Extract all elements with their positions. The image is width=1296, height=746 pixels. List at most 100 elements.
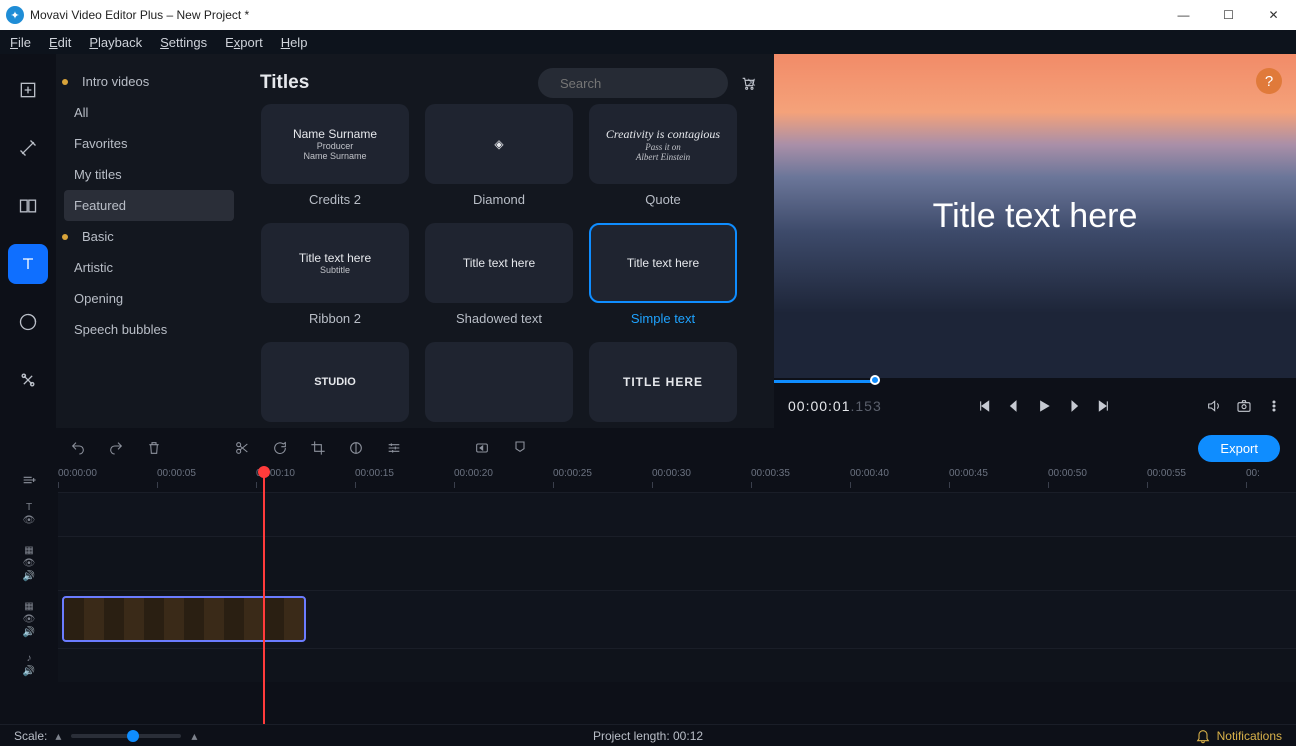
maximize-button[interactable]: ☐ bbox=[1206, 0, 1251, 30]
title-card[interactable]: STUDIO bbox=[260, 342, 410, 428]
timeline: Export 00:00:0000:00:0500:00:1000:00:150… bbox=[0, 428, 1296, 724]
split-icon[interactable] bbox=[234, 440, 250, 456]
title-thumb[interactable]: TITLE HERE bbox=[589, 342, 737, 422]
undo-icon[interactable] bbox=[70, 440, 86, 456]
ruler-tick: 00:00:40 bbox=[850, 468, 889, 479]
cart-icon[interactable] bbox=[740, 75, 756, 91]
category-opening[interactable]: Opening bbox=[56, 283, 242, 314]
preview-time: 00:00:01.153 bbox=[788, 398, 882, 414]
scale-slider[interactable] bbox=[71, 734, 181, 738]
title-thumb[interactable]: STUDIO bbox=[261, 342, 409, 422]
titles-tool[interactable] bbox=[8, 244, 48, 284]
category-featured[interactable]: Featured bbox=[64, 190, 234, 221]
filters-tool[interactable] bbox=[8, 128, 48, 168]
title-card[interactable]: ◈ Diamond bbox=[424, 104, 574, 207]
scale-knob[interactable] bbox=[127, 730, 139, 742]
menu-settings[interactable]: Settings bbox=[160, 35, 207, 50]
record-icon[interactable] bbox=[474, 440, 490, 456]
overlay-track[interactable] bbox=[58, 536, 1296, 590]
category-favorites[interactable]: Favorites bbox=[56, 128, 242, 159]
color-icon[interactable] bbox=[348, 440, 364, 456]
category-intro-videos[interactable]: Intro videos bbox=[56, 66, 242, 97]
video-clip[interactable] bbox=[62, 596, 306, 642]
next-frame-icon[interactable] bbox=[1066, 398, 1082, 414]
help-button[interactable]: ? bbox=[1256, 68, 1282, 94]
category-all[interactable]: All bbox=[56, 97, 242, 128]
scale-label: Scale: bbox=[14, 729, 47, 743]
title-card[interactable]: TITLE HERE bbox=[588, 342, 738, 428]
video-track-head[interactable]: ▦👁🔊 bbox=[0, 590, 58, 648]
scrubber-handle[interactable] bbox=[870, 375, 880, 385]
rotate-icon[interactable] bbox=[272, 440, 288, 456]
more-icon[interactable] bbox=[1266, 398, 1282, 414]
menu-playback[interactable]: Playback bbox=[89, 35, 142, 50]
title-thumb[interactable]: Title text here bbox=[425, 223, 573, 303]
zoom-out-icon[interactable]: ▴ bbox=[55, 729, 61, 743]
playhead[interactable] bbox=[263, 468, 265, 724]
tool-strip bbox=[0, 54, 56, 428]
category-my-titles[interactable]: My titles bbox=[56, 159, 242, 190]
menu-edit[interactable]: Edit bbox=[49, 35, 71, 50]
ruler-tick: 00:00:30 bbox=[652, 468, 691, 479]
play-icon[interactable] bbox=[1036, 398, 1052, 414]
menu-help[interactable]: Help bbox=[281, 35, 308, 50]
close-button[interactable]: ✕ bbox=[1251, 0, 1296, 30]
title-thumb[interactable]: Title text here bbox=[589, 223, 737, 303]
title-card[interactable]: Title text hereShadowed text bbox=[424, 223, 574, 326]
preview-scrubber[interactable] bbox=[774, 378, 1296, 384]
import-tool[interactable] bbox=[8, 70, 48, 110]
notifications-button[interactable]: Notifications bbox=[1195, 728, 1282, 744]
add-track-button[interactable] bbox=[0, 468, 58, 492]
redo-icon[interactable] bbox=[108, 440, 124, 456]
ruler-tick: 00:00:45 bbox=[949, 468, 988, 479]
title-grid: Name SurnameProducerName Surname Credits … bbox=[260, 104, 756, 428]
title-card[interactable]: Title text hereSimple text bbox=[588, 223, 738, 326]
category-basic[interactable]: Basic bbox=[56, 221, 242, 252]
adjust-icon[interactable] bbox=[386, 440, 402, 456]
video-track[interactable] bbox=[58, 590, 1296, 648]
title-card[interactable]: Name SurnameProducerName Surname Credits … bbox=[260, 104, 410, 207]
next-clip-icon[interactable] bbox=[1096, 398, 1112, 414]
more-tools[interactable] bbox=[8, 360, 48, 400]
crop-icon[interactable] bbox=[310, 440, 326, 456]
title-label: Diamond bbox=[473, 192, 525, 207]
zoom-in-icon[interactable]: ▴ bbox=[191, 729, 197, 743]
timeline-toolbar: Export bbox=[0, 428, 1296, 468]
title-card[interactable]: Title text hereSubtitleRibbon 2 bbox=[260, 223, 410, 326]
snapshot-icon[interactable] bbox=[1236, 398, 1252, 414]
volume-icon[interactable] bbox=[1206, 398, 1222, 414]
search-box[interactable]: ✕ bbox=[538, 68, 728, 98]
title-thumb[interactable]: ◈ bbox=[425, 104, 573, 184]
menu-export[interactable]: Export bbox=[225, 35, 263, 50]
ruler-tick: 00:00:35 bbox=[751, 468, 790, 479]
title-card[interactable]: Creativity is contagiousPass it onAlbert… bbox=[588, 104, 738, 207]
track-lanes[interactable] bbox=[58, 492, 1296, 724]
transitions-tool[interactable] bbox=[8, 186, 48, 226]
track-headers: T👁 ▦👁🔊 ▦👁🔊 ♪🔊 bbox=[0, 492, 58, 724]
delete-icon[interactable] bbox=[146, 440, 162, 456]
marker-icon[interactable] bbox=[512, 440, 528, 456]
prev-clip-icon[interactable] bbox=[976, 398, 992, 414]
preview-canvas[interactable]: ? Title text here bbox=[774, 54, 1296, 378]
menubar: File Edit Playback Settings Export Help bbox=[0, 30, 1296, 54]
audio-track[interactable] bbox=[58, 648, 1296, 682]
overlay-track-head[interactable]: ▦👁🔊 bbox=[0, 536, 58, 590]
search-input[interactable] bbox=[560, 76, 736, 91]
category-artistic[interactable]: Artistic bbox=[56, 252, 242, 283]
timeline-ruler[interactable]: 00:00:0000:00:0500:00:1000:00:1500:00:20… bbox=[58, 468, 1296, 492]
minimize-button[interactable]: — bbox=[1161, 0, 1206, 30]
title-thumb[interactable]: Creativity is contagiousPass it onAlbert… bbox=[589, 104, 737, 184]
title-track[interactable] bbox=[58, 492, 1296, 536]
title-track-head[interactable]: T👁 bbox=[0, 492, 58, 536]
title-thumb[interactable] bbox=[425, 342, 573, 422]
menu-file[interactable]: File bbox=[10, 35, 31, 50]
prev-frame-icon[interactable] bbox=[1006, 398, 1022, 414]
title-card[interactable] bbox=[424, 342, 574, 428]
audio-track-head[interactable]: ♪🔊 bbox=[0, 648, 58, 682]
stickers-tool[interactable] bbox=[8, 302, 48, 342]
title-label: Credits 2 bbox=[309, 192, 361, 207]
export-button[interactable]: Export bbox=[1198, 435, 1280, 462]
title-thumb[interactable]: Title text hereSubtitle bbox=[261, 223, 409, 303]
category-speech-bubbles[interactable]: Speech bubbles bbox=[56, 314, 242, 345]
title-thumb[interactable]: Name SurnameProducerName Surname bbox=[261, 104, 409, 184]
